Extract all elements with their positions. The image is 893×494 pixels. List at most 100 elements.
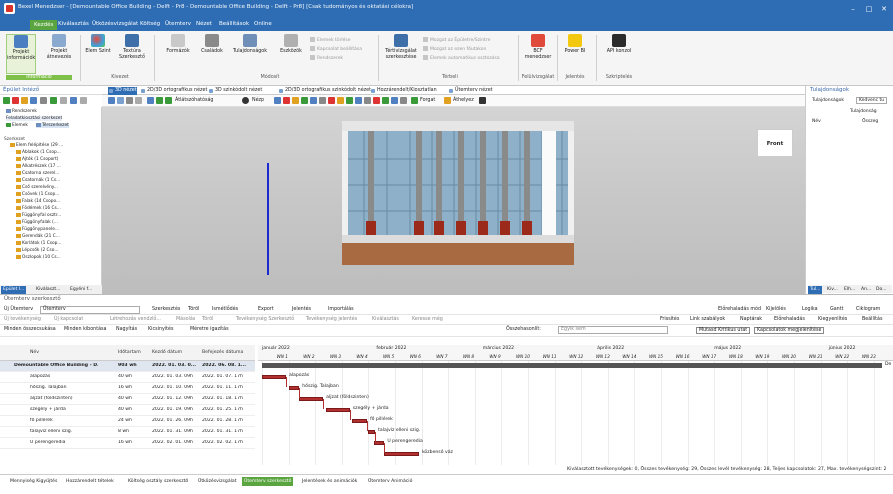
- maximize-icon[interactable]: □: [862, 4, 876, 14]
- tulajdonsagok-button[interactable]: Tulajdonságok: [230, 34, 270, 55]
- find-more-button[interactable]: Keresse még: [412, 317, 443, 322]
- tab-reports[interactable]: Jelentések és animációk: [300, 477, 359, 486]
- table-row[interactable]: aljzat (földszinten) 40 wh 2022. 01. 12. 0…: [0, 394, 255, 405]
- table-row[interactable]: hőszig. Talajban 16 wh 2022. 01. 10. 09h 20…: [0, 383, 255, 394]
- tool-9-icon[interactable]: [346, 97, 353, 104]
- tab-epulet[interactable]: Épület I...: [1, 286, 27, 294]
- new-activity-button[interactable]: Új tevékenység: [4, 317, 41, 322]
- menu-koltseg[interactable]: Költség: [140, 21, 160, 27]
- move-to-building-button[interactable]: Mozgat az Épületre/Szintre: [423, 37, 490, 43]
- view-mode-icon[interactable]: [147, 97, 154, 104]
- tree-item[interactable]: Csatorna szerel...: [16, 171, 59, 176]
- expand-icon[interactable]: [70, 97, 77, 104]
- col-name[interactable]: Név: [30, 350, 39, 355]
- activity-report-button[interactable]: Tevékenység jelentés: [306, 317, 357, 322]
- tree-item[interactable]: Alkatrészek (17 ...: [16, 164, 61, 169]
- tab-favorites[interactable]: Kedvenc tu: [856, 97, 888, 104]
- tab-schedule-editor[interactable]: Ütemterv szerkesztő: [242, 477, 294, 486]
- tree-item[interactable]: Lépcsők (2 Cso...: [16, 248, 58, 253]
- power-bi-button[interactable]: Power BI: [561, 34, 589, 55]
- texture-editor-button[interactable]: Textúra Szerkesztő: [116, 34, 148, 61]
- col-end[interactable]: Befejezés dátuma: [202, 350, 243, 355]
- gantt-bar[interactable]: [299, 397, 324, 401]
- repeat-button[interactable]: Ismétlődés: [212, 307, 238, 312]
- grid-icon[interactable]: [479, 97, 486, 104]
- move-label[interactable]: Áthelyez: [453, 98, 474, 103]
- col-duration[interactable]: Időtartam: [118, 350, 141, 355]
- zoom-in-button[interactable]: Nagyítás: [116, 327, 137, 332]
- gantt-bar[interactable]: [262, 375, 286, 379]
- eszkozok-button[interactable]: Eszközök: [276, 34, 306, 55]
- tree-item[interactable]: Oszlopok (10 Cs...: [16, 255, 61, 260]
- schedule-select[interactable]: Ütemterv: [40, 306, 140, 314]
- camera-icon[interactable]: [126, 97, 133, 104]
- tab-clash[interactable]: Ütközésvizsgálat: [196, 477, 239, 486]
- new-link-button[interactable]: Új kapcsolat: [54, 317, 83, 322]
- home-view-icon[interactable]: [108, 97, 115, 104]
- filter-icon[interactable]: [30, 97, 37, 104]
- tool-15-icon[interactable]: [400, 97, 407, 104]
- tool-6-icon[interactable]: [319, 97, 326, 104]
- tree-item[interactable]: Elem felépítése (29 ...: [10, 143, 63, 148]
- tool-8-icon[interactable]: [337, 97, 344, 104]
- add-icon[interactable]: [3, 97, 10, 104]
- expand-all-button[interactable]: Minden kibontása: [64, 327, 106, 332]
- tool-11-icon[interactable]: [364, 97, 371, 104]
- tree-item[interactable]: Födémek (16 Cs...: [16, 206, 61, 211]
- new-schedule-button[interactable]: Új Ütemterv: [4, 307, 33, 312]
- transparency-label[interactable]: Átlátszóhatóság: [175, 98, 213, 103]
- tool-7-icon[interactable]: [328, 97, 335, 104]
- show-critical-path-button[interactable]: Mutasd Kritikus utat: [696, 327, 751, 334]
- formazok-button[interactable]: Formázók: [163, 34, 193, 55]
- 3d-viewport[interactable]: Front: [102, 107, 805, 294]
- settings-icon[interactable]: [80, 97, 87, 104]
- settings-button[interactable]: Beállítás: [862, 317, 883, 322]
- delete-activity-button[interactable]: Töröl: [202, 317, 213, 322]
- menu-utkozesvizsgalat[interactable]: Ütközésvizsgálat: [92, 21, 138, 27]
- tree-item[interactable]: Cső szerelvény...: [16, 185, 58, 190]
- tree-item[interactable]: Ajtók (1 Csoport): [16, 157, 58, 162]
- gantt-bar[interactable]: [352, 419, 368, 423]
- tree-elemek[interactable]: Elemek: [6, 123, 28, 128]
- view-mode-2-icon[interactable]: [156, 97, 163, 104]
- tree-rendszerek[interactable]: Rendszerek: [6, 109, 37, 114]
- fit-button[interactable]: Méretre igazítás: [190, 327, 229, 332]
- gantt-chart[interactable]: De alapozás hőszig. Talajban aljzat (földsz…: [258, 361, 893, 465]
- create-button[interactable]: Létrehozás vendzlő...: [110, 317, 161, 322]
- refresh-icon[interactable]: [40, 97, 47, 104]
- tab-animation[interactable]: Ütemterv Animáció: [366, 477, 414, 486]
- tree-item[interactable]: Függönypanele...: [16, 227, 59, 232]
- selection-button[interactable]: Kiválasztás: [372, 317, 399, 322]
- tool-10-icon[interactable]: [355, 97, 362, 104]
- auto-split-button[interactable]: Elemek automatikus osztozása: [423, 55, 500, 61]
- logic-button[interactable]: Logika: [802, 307, 818, 312]
- table-row[interactable]: alapozás 40 wh 2022. 01. 03. 09h 2022. 01. …: [0, 372, 255, 383]
- set-connection-button[interactable]: Kapcsolat beállítása: [310, 46, 362, 52]
- tree-item[interactable]: Csatornák (1 Cs...: [16, 178, 60, 183]
- export-button[interactable]: Export: [258, 307, 274, 312]
- menu-kivalasztas[interactable]: Kiválasztás: [58, 21, 89, 27]
- gantt-bar[interactable]: [288, 386, 300, 390]
- refresh-button[interactable]: Frissítés: [660, 317, 679, 322]
- tree-item[interactable]: Függönyfal osztr...: [16, 213, 61, 218]
- tab-schedule-view[interactable]: Ütemterv nézet: [448, 87, 493, 95]
- delete-button[interactable]: Töröl: [188, 307, 199, 312]
- table-row[interactable]: talajvíz elleni szig. 8 wh 2022. 01. 31. 0…: [0, 427, 255, 438]
- report-button[interactable]: Jelentés: [292, 307, 311, 312]
- menu-online[interactable]: Online: [254, 21, 272, 27]
- tab-ortho-view[interactable]: 2D/3D ortografikus nézet: [140, 87, 207, 95]
- tree-item[interactable]: Korlátok (1 Csop...: [16, 241, 61, 246]
- table-row[interactable]: szegély + járda 40 wh 2022. 01. 19. 09h 202…: [0, 405, 255, 416]
- tab-ortho-color-view[interactable]: 2D/3D ortografikus szinkódolt nézet: [278, 87, 371, 95]
- api-console-button[interactable]: API konzol: [602, 34, 636, 55]
- check-icon[interactable]: [50, 97, 57, 104]
- building-model[interactable]: [342, 121, 574, 265]
- tab-an[interactable]: An...: [859, 286, 873, 294]
- section-label[interactable]: Nézp: [252, 98, 264, 103]
- progress-button[interactable]: Előrehaladás: [774, 317, 805, 322]
- tree-item[interactable]: Ablakok (1 Csop...: [16, 150, 61, 155]
- tool-4-icon[interactable]: [301, 97, 308, 104]
- gantt-bar[interactable]: [368, 430, 376, 434]
- tab-assigned-items[interactable]: Hozzárendelt tételek: [64, 477, 116, 486]
- calendars-button[interactable]: Naptárak: [740, 317, 762, 322]
